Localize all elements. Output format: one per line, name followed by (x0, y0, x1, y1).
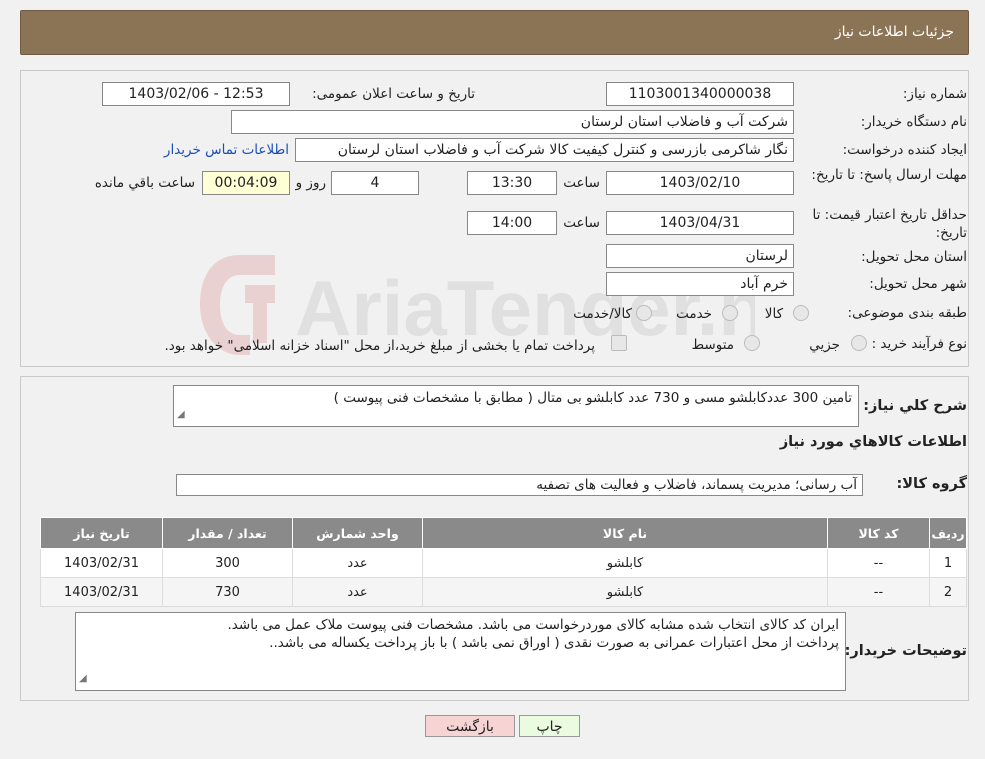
page-title: جزئیات اطلاعات نیاز (834, 24, 954, 40)
announce-field: 1403/02/06 - 12:53 (102, 82, 290, 106)
goods-group-label: گروه کالا: (896, 476, 967, 492)
back-button[interactable]: بازگشت (425, 715, 515, 737)
deadline-time-label: ساعت (563, 175, 600, 191)
city-field: خرم آباد (606, 272, 794, 296)
process-note: پرداخت تمام یا بخشی از مبلغ خرید،از محل … (164, 338, 595, 354)
process-label: نوع فرآیند خرید : (871, 336, 967, 352)
process-radio-medium[interactable] (744, 335, 760, 351)
cell-unit: عدد (292, 548, 423, 578)
column-goods-code: کد کالا (827, 517, 930, 549)
province-label: استان محل تحویل: (861, 249, 967, 265)
cell-row-number: 1 (929, 548, 967, 578)
column-unit: واحد شمارش (292, 517, 423, 549)
validity-date-field: 1403/04/31 (606, 211, 794, 235)
category-option-both: کالا/خدمت (573, 306, 632, 322)
category-radio-goods[interactable] (793, 305, 809, 321)
goods-section-title: اطلاعات کالاهاي مورد نياز (779, 434, 967, 450)
cell-need-date: 1403/02/31 (40, 548, 163, 578)
column-row-number: رديف (929, 517, 967, 549)
buyer-field: شرکت آب و فاضلاب استان لرستان (231, 110, 794, 134)
process-option-medium: متوسط (691, 337, 734, 353)
buyer-notes-line-1: ایران کد کالای انتخاب شده مشابه کالای مو… (227, 617, 839, 633)
category-option-goods: کالا (764, 306, 783, 322)
process-radio-minor[interactable] (851, 335, 867, 351)
treasury-checkbox[interactable] (611, 335, 627, 351)
category-option-service: خدمت (676, 306, 712, 322)
summary-textarea[interactable]: تامین 300 عددکابلشو مسی و 730 عدد کابلشو… (173, 385, 859, 427)
table-header-row: رديف کد کالا نام کالا واحد شمارش تعداد /… (40, 517, 967, 549)
column-goods-name: نام کالا (422, 517, 828, 549)
process-option-minor: جزيي (809, 337, 840, 353)
summary-text: تامین 300 عددکابلشو مسی و 730 عدد کابلشو… (333, 390, 852, 406)
cell-unit: عدد (292, 577, 423, 607)
goods-group-field: آب رسانی؛ مدیریت پسماند، فاضلاب و فعالیت… (176, 474, 863, 496)
need-number-field: 1103001340000038 (606, 82, 794, 106)
table-row: 2 -- کابلشو عدد 730 1403/02/31 (40, 577, 967, 607)
cell-goods-name: کابلشو (422, 548, 828, 578)
resize-grip-icon[interactable]: ◢ (79, 670, 87, 688)
need-number-label: شماره نیاز: (902, 86, 967, 102)
column-need-date: تاریخ نیاز (40, 517, 163, 549)
cell-need-date: 1403/02/31 (40, 577, 163, 607)
cell-goods-name: کابلشو (422, 577, 828, 607)
table-row: 1 -- کابلشو عدد 300 1403/02/31 (40, 548, 967, 578)
deadline-time-field: 13:30 (467, 171, 557, 195)
buyer-contact-link[interactable]: اطلاعات تماس خریدار (164, 142, 289, 158)
column-quantity: تعداد / مقدار (162, 517, 293, 549)
category-radio-service[interactable] (722, 305, 738, 321)
city-label: شهر محل تحویل: (869, 276, 967, 292)
announce-label: تاریخ و ساعت اعلان عمومی: (312, 86, 475, 102)
days-word: روز و (295, 175, 326, 191)
resize-grip-icon[interactable]: ◢ (177, 406, 185, 424)
cell-goods-code: -- (827, 577, 930, 607)
buyer-notes-textarea[interactable]: ایران کد کالای انتخاب شده مشابه کالای مو… (75, 612, 846, 691)
creator-field: نگار شاکرمی بازرسی و کنترل کیفیت کالا شر… (295, 138, 794, 162)
validity-time-label: ساعت (563, 215, 600, 231)
category-label: طبقه بندی موضوعی: (847, 305, 967, 321)
buyer-notes-line-2: پرداخت از محل اعتبارات عمرانی به صورت نق… (269, 635, 839, 651)
cell-quantity: 300 (162, 548, 293, 578)
cell-quantity: 730 (162, 577, 293, 607)
validity-label: حداقل تاریخ اعتبار قیمت: تا تاریخ: (812, 207, 967, 241)
category-radio-both[interactable] (636, 305, 652, 321)
buyer-label: نام دستگاه خریدار: (860, 114, 967, 130)
remaining-word: ساعت باقي مانده (94, 175, 195, 191)
province-field: لرستان (606, 244, 794, 268)
summary-label: شرح کلي نياز: (863, 398, 967, 414)
buyer-notes-label: توضیحات خریدار: (844, 643, 967, 659)
validity-time-field: 14:00 (467, 211, 557, 235)
cell-goods-code: -- (827, 548, 930, 578)
goods-table: رديف کد کالا نام کالا واحد شمارش تعداد /… (40, 517, 967, 607)
deadline-date-field: 1403/02/10 (606, 171, 794, 195)
page-header: جزئیات اطلاعات نیاز (20, 10, 969, 55)
days-field: 4 (331, 171, 419, 195)
remaining-time-field: 00:04:09 (202, 171, 290, 195)
creator-label: ایجاد کننده درخواست: (842, 142, 967, 158)
cell-row-number: 2 (929, 577, 967, 607)
deadline-label: مهلت ارسال پاسخ: تا تاریخ: (811, 167, 967, 183)
print-button[interactable]: چاپ (519, 715, 580, 737)
